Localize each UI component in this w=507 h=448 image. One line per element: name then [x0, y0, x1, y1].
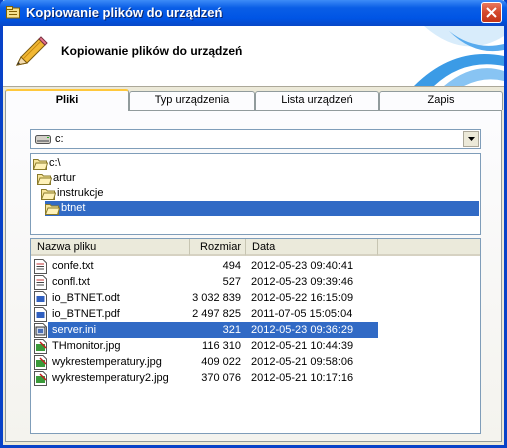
file-size: 2 497 825 — [192, 308, 241, 320]
decorative-swoosh-icon — [414, 26, 504, 86]
file-row-selected[interactable]: server.ini 321 2012-05-23 09:36:29 — [31, 322, 480, 338]
wizard-header: Kopiowanie plików do urządzeń — [3, 26, 504, 87]
column-header-label: Data — [252, 241, 276, 253]
tree-item-root[interactable]: c:\ — [32, 156, 93, 171]
close-icon — [486, 7, 497, 18]
file-name: wykrestemperatury.jpg — [52, 356, 162, 368]
file-row[interactable]: wykrestemperatury2.jpg 370 076 2012-05-2… — [31, 370, 480, 386]
tab-label: Pliki — [55, 94, 79, 106]
folder-tree[interactable]: c:\ artur instrukcje btnet — [30, 153, 481, 235]
drive-value: c: — [55, 133, 64, 145]
tab-device-list[interactable]: Lista urządzeń — [255, 91, 379, 110]
dropdown-button[interactable] — [463, 131, 479, 147]
tab-label: Zapis — [427, 94, 455, 106]
file-date: 2012-05-21 09:58:06 — [251, 356, 354, 368]
tab-device-type[interactable]: Typ urządzenia — [129, 91, 255, 110]
file-name: confe.txt — [52, 260, 94, 272]
column-header-date[interactable]: Data — [246, 239, 378, 256]
file-row[interactable]: confl.txt 527 2012-05-23 09:39:46 — [31, 274, 480, 290]
file-size: 116 310 — [202, 340, 241, 352]
file-size: 409 022 — [201, 356, 241, 368]
file-name: io_BTNET.pdf — [52, 308, 120, 320]
file-date: 2012-05-23 09:40:41 — [251, 260, 354, 272]
window-title: Kopiowanie plików do urządzeń — [26, 5, 223, 20]
column-header-size[interactable]: Rozmiar — [190, 239, 246, 256]
tab-label: Typ urządzenia — [154, 94, 230, 106]
file-name: confl.txt — [52, 276, 90, 288]
tree-item-instrukcje[interactable]: instrukcje — [40, 186, 121, 201]
tree-item-label: instrukcje — [57, 187, 104, 199]
file-size: 494 — [222, 260, 241, 272]
tree-item-artur[interactable]: artur — [36, 171, 97, 186]
title-bar[interactable]: Kopiowanie plików do urządzeń — [0, 0, 507, 26]
file-date: 2011-07-05 15:05:04 — [251, 308, 353, 320]
file-name: io_BTNET.odt — [52, 292, 120, 304]
file-date: 2012-05-23 09:39:46 — [251, 276, 354, 288]
file-name: THmonitor.jpg — [52, 340, 121, 352]
header-title: Kopiowanie plików do urządzeń — [61, 44, 243, 58]
file-row[interactable]: io_BTNET.odt 3 032 839 2012-05-22 16:15:… — [31, 290, 480, 306]
file-row[interactable]: confe.txt 494 2012-05-23 09:40:41 — [31, 258, 480, 274]
tree-item-btnet[interactable]: btnet — [44, 201, 479, 216]
file-date: 2012-05-21 10:17:16 — [251, 372, 354, 384]
open-folder-icon — [44, 203, 61, 220]
file-size: 527 — [222, 276, 241, 288]
pencil-icon — [11, 35, 49, 76]
chevron-down-icon — [468, 137, 475, 141]
file-name: server.ini — [52, 324, 97, 336]
file-row[interactable]: io_BTNET.pdf 2 497 825 2011-07-05 15:05:… — [31, 306, 480, 322]
column-header-label: Nazwa pliku — [37, 241, 97, 253]
file-row[interactable]: wykrestemperatury.jpg 409 022 2012-05-21… — [31, 354, 480, 370]
file-size: 3 032 839 — [192, 292, 241, 304]
file-list[interactable]: Nazwa pliku Rozmiar Data confe.txt 494 2… — [30, 238, 481, 434]
file-date: 2012-05-21 10:44:39 — [251, 340, 354, 352]
file-size: 321 — [222, 324, 241, 336]
tree-item-label: artur — [53, 172, 76, 184]
tree-item-label: c:\ — [49, 157, 61, 169]
column-header-label: Rozmiar — [200, 241, 241, 253]
drive-select[interactable]: c: — [30, 129, 481, 149]
file-date: 2012-05-23 09:36:29 — [251, 324, 354, 336]
file-row[interactable]: THmonitor.jpg 116 310 2012-05-21 10:44:3… — [31, 338, 480, 354]
tab-strip: Pliki Typ urządzenia Lista urządzeń Zapi… — [3, 89, 504, 111]
hard-drive-icon — [35, 135, 51, 147]
folder-app-icon — [6, 5, 20, 19]
image-file-icon — [34, 371, 47, 391]
column-header-spacer — [378, 239, 480, 256]
file-date: 2012-05-22 16:15:09 — [251, 292, 354, 304]
file-size: 370 076 — [201, 372, 241, 384]
tab-save[interactable]: Zapis — [379, 91, 503, 110]
close-button[interactable] — [481, 2, 502, 23]
column-header-name[interactable]: Nazwa pliku — [31, 239, 190, 256]
tree-item-label: btnet — [61, 202, 86, 214]
tab-files[interactable]: Pliki — [5, 89, 129, 111]
file-name: wykrestemperatury2.jpg — [52, 372, 169, 384]
tab-label: Lista urządzeń — [281, 94, 353, 106]
